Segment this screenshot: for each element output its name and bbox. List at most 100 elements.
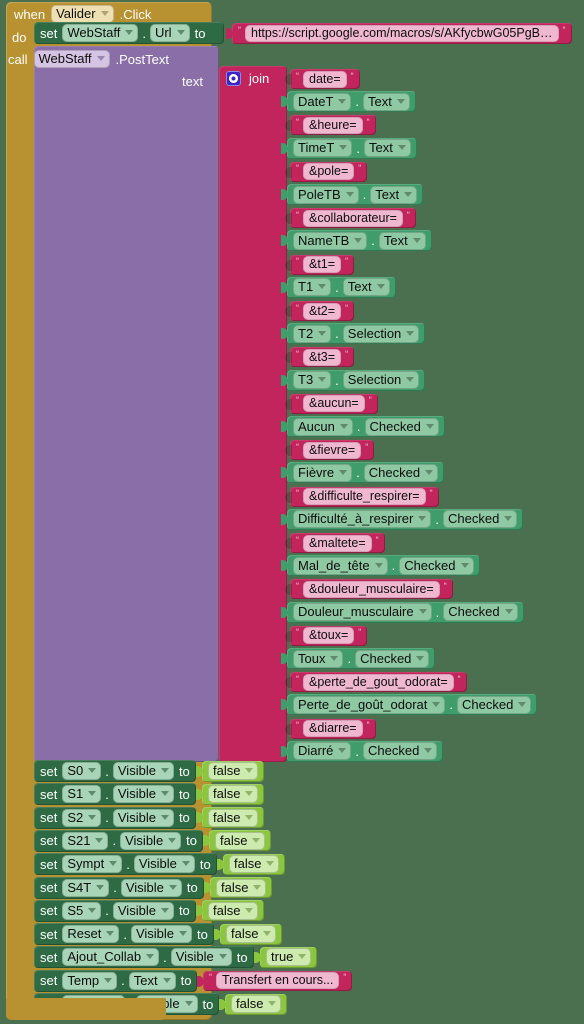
getter-property-dropdown[interactable]: Checked	[443, 603, 518, 622]
getter-component-dropdown[interactable]: TimeT	[293, 139, 353, 158]
join-text-block[interactable]: “&diarre= “	[285, 718, 376, 739]
getter-component-dropdown[interactable]: DateT	[293, 92, 352, 111]
setter-block[interactable]: set S2. Visible to	[34, 806, 196, 829]
getter-property-dropdown[interactable]: Checked	[364, 417, 439, 436]
getter-component-dropdown[interactable]: Difficulté_à_respirer	[293, 510, 432, 529]
setter-component-dropdown[interactable]: S1	[62, 785, 102, 804]
join-text-value[interactable]: &collaborateur=	[303, 209, 403, 227]
setter-block[interactable]: set S5. Visible to	[34, 899, 196, 922]
logic-value-block[interactable]: false	[196, 783, 265, 805]
getter-property-dropdown[interactable]: Text	[363, 92, 410, 111]
logic-value-block[interactable]: false	[203, 830, 272, 852]
setter-block[interactable]: set Reset. Visible to	[34, 923, 214, 946]
join-text-block[interactable]: “&maltete= “	[285, 533, 385, 553]
logic-value-block[interactable]: false	[196, 807, 265, 829]
text-value-block[interactable]: “Transfert en cours... “	[197, 970, 353, 991]
call-component-dropdown[interactable]: WebStaff	[33, 50, 110, 68]
getter-component-dropdown[interactable]: T2	[293, 324, 332, 343]
logic-value-dropdown[interactable]: false	[208, 901, 259, 920]
logic-value-block[interactable]: false	[196, 760, 265, 782]
join-text-value[interactable]: &aucun=	[303, 395, 365, 413]
getter-component-dropdown[interactable]: T1	[293, 278, 332, 297]
join-text-block[interactable]: “&heure= “	[285, 115, 376, 136]
when-component-dropdown[interactable]: Valider	[51, 5, 114, 23]
getter-property-dropdown[interactable]: Selection	[342, 324, 420, 343]
getter-property-dropdown[interactable]: Checked	[363, 742, 438, 761]
join-text-value[interactable]: &perte_de_gout_odorat=	[303, 673, 454, 691]
call-posttext-block[interactable]	[34, 46, 219, 762]
getter-component-dropdown[interactable]: PoleTB	[293, 185, 359, 204]
logic-value-dropdown[interactable]: false	[216, 878, 267, 897]
logic-value-dropdown[interactable]: false	[215, 831, 266, 850]
logic-value-dropdown[interactable]: false	[208, 762, 259, 780]
setter-component-dropdown[interactable]: S4T	[62, 878, 110, 897]
blocks-canvas[interactable]: when Valider .Click do set WebStaff . Ur…	[0, 0, 584, 1024]
setter-property-dropdown[interactable]: Visible	[112, 901, 174, 920]
set-weburl-block[interactable]: set WebStaff . Url to	[34, 22, 224, 44]
getter-property-dropdown[interactable]: Checked	[457, 695, 532, 714]
join-text-block[interactable]: “&t3= “	[285, 347, 355, 368]
getter-component-dropdown[interactable]: Diarré	[293, 742, 352, 761]
join-getter-block[interactable]: Perte_de_goût_odorat. Checked	[281, 694, 538, 716]
getter-property-dropdown[interactable]: Text	[370, 185, 418, 204]
logic-value-dropdown[interactable]: false	[208, 808, 259, 827]
text-value[interactable]: Transfert en cours...	[216, 972, 340, 990]
setter-property-dropdown[interactable]: Visible	[130, 925, 192, 944]
setter-block[interactable]: set S0. Visible to	[34, 760, 196, 782]
setter-component-dropdown[interactable]: Ajout_Collab	[62, 948, 160, 967]
set-url-component-dropdown[interactable]: WebStaff	[62, 24, 139, 42]
logic-value-block[interactable]: false	[204, 877, 273, 898]
join-text-value[interactable]: &t3=	[303, 348, 342, 366]
setter-property-dropdown[interactable]: Visible	[120, 831, 182, 850]
setter-component-dropdown[interactable]: Temp	[62, 971, 118, 990]
logic-value-block[interactable]: false	[196, 900, 265, 922]
join-getter-block[interactable]: Difficulté_à_respirer. Checked	[281, 508, 524, 530]
join-text-block[interactable]: “&difficulte_respirer= “	[285, 486, 439, 507]
getter-property-dropdown[interactable]: Checked	[399, 556, 474, 575]
setter-block[interactable]: set Temp. Text to	[34, 969, 198, 992]
logic-value-dropdown[interactable]: false	[231, 995, 282, 1013]
logic-value-dropdown[interactable]: true	[266, 948, 312, 967]
join-text-block[interactable]: “&toux= “	[285, 625, 368, 646]
setter-component-dropdown[interactable]: Reset	[62, 925, 120, 944]
mutator-gear-icon[interactable]	[226, 71, 241, 86]
url-text-value[interactable]: https://script.google.com/macros/s/AKfyc…	[245, 25, 559, 42]
getter-property-dropdown[interactable]: Checked	[363, 463, 439, 482]
join-getter-block[interactable]: T1. Text	[281, 276, 396, 298]
setter-block[interactable]: set Ajout_Collab. Visible to	[34, 946, 254, 969]
join-text-value[interactable]: &maltete=	[303, 534, 372, 552]
join-text-value[interactable]: &toux=	[303, 627, 355, 645]
setter-property-dropdown[interactable]: Visible	[112, 808, 174, 827]
logic-value-dropdown[interactable]: false	[229, 855, 280, 874]
join-text-value[interactable]: date=	[303, 70, 347, 88]
logic-value-block[interactable]: false	[214, 923, 283, 945]
setter-component-dropdown[interactable]: S0	[62, 762, 102, 780]
getter-component-dropdown[interactable]: Toux	[293, 649, 344, 668]
join-text-value[interactable]: &t2=	[303, 302, 342, 320]
join-text-value[interactable]: &diarre=	[303, 720, 363, 738]
join-getter-block[interactable]: Douleur_musculaire. Checked	[281, 601, 524, 623]
join-getter-block[interactable]: PoleTB. Text	[281, 184, 424, 205]
join-getter-block[interactable]: T3. Selection	[281, 369, 426, 391]
setter-property-dropdown[interactable]: Visible	[120, 878, 182, 897]
join-getter-block[interactable]: T2. Selection	[281, 323, 426, 345]
logic-value-block[interactable]: true	[254, 946, 318, 968]
setter-block[interactable]: set S21. Visible to	[34, 829, 204, 852]
setter-block[interactable]: set Sympt. Visible to	[34, 853, 217, 876]
getter-property-dropdown[interactable]: Checked	[355, 649, 430, 668]
join-getter-block[interactable]: DateT. Text	[281, 91, 416, 113]
getter-component-dropdown[interactable]: Douleur_musculaire	[293, 603, 432, 622]
setter-component-dropdown[interactable]: Sympt	[62, 855, 123, 874]
getter-component-dropdown[interactable]: NameTB	[293, 231, 368, 250]
join-getter-block[interactable]: Aucun. Checked	[281, 416, 445, 437]
setter-component-dropdown[interactable]: S21	[62, 831, 109, 850]
getter-property-dropdown[interactable]: Selection	[342, 371, 420, 390]
getter-component-dropdown[interactable]: Perte_de_goût_odorat	[293, 695, 446, 714]
join-text-value[interactable]: &fievre=	[303, 441, 362, 459]
url-text-block[interactable]: “ https://script.google.com/macros/s/AKf…	[226, 23, 572, 44]
getter-component-dropdown[interactable]: Mal_de_tête	[293, 556, 388, 575]
setter-block[interactable]: set S1. Visible to	[34, 783, 196, 806]
getter-property-dropdown[interactable]: Text	[342, 278, 390, 297]
getter-component-dropdown[interactable]: Fièvre	[293, 463, 353, 482]
logic-value-dropdown[interactable]: false	[208, 785, 259, 804]
